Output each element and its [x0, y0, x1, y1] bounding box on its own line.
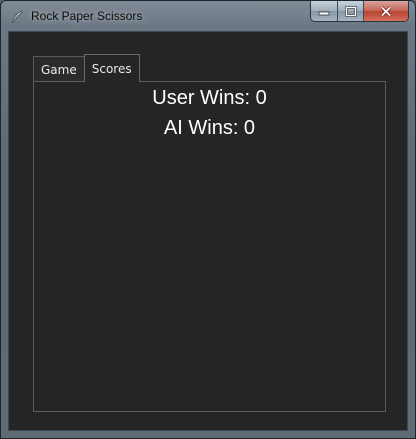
caption-buttons	[310, 1, 409, 22]
tab-bar: Game Scores	[33, 54, 140, 82]
ai-wins-label: AI Wins: 0	[163, 117, 256, 139]
maximize-button[interactable]	[337, 1, 363, 21]
maximize-icon	[344, 5, 357, 17]
scores-panel: User Wins: 0 AI Wins: 0	[33, 81, 386, 412]
title-bar[interactable]: Rock Paper Scissors	[1, 1, 415, 31]
minimize-icon	[318, 11, 330, 16]
close-button[interactable]	[363, 1, 408, 21]
app-window: Rock Paper Scissors Game Scores User Win…	[0, 0, 416, 439]
feather-icon[interactable]	[10, 9, 24, 24]
tab-scores[interactable]: Scores	[83, 54, 140, 82]
user-wins-label: User Wins: 0	[152, 87, 267, 109]
client-area: Game Scores User Wins: 0 AI Wins: 0	[8, 31, 408, 431]
close-icon	[380, 5, 392, 17]
tab-game[interactable]: Game	[33, 56, 85, 82]
minimize-button[interactable]	[311, 1, 337, 21]
window-title: Rock Paper Scissors	[31, 9, 143, 23]
